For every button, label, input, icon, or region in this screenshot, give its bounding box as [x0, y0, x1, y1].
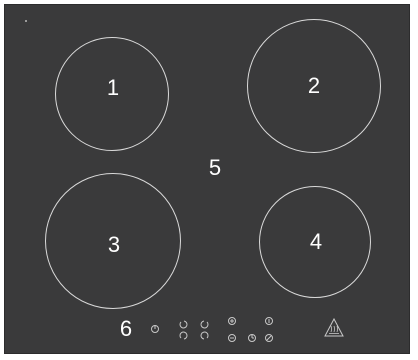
hot-surface-warning-icon [324, 317, 344, 337]
plus-icon[interactable] [230, 319, 234, 323]
minus-icon[interactable] [179, 320, 188, 340]
plus-icon[interactable] [200, 320, 209, 340]
control-panel [151, 317, 344, 342]
lock-icon[interactable] [265, 317, 273, 342]
power-icon[interactable] [151, 325, 159, 333]
timer-icon[interactable] [248, 334, 256, 342]
cooktop-surface: 1 2 3 4 5 6 [4, 4, 410, 354]
